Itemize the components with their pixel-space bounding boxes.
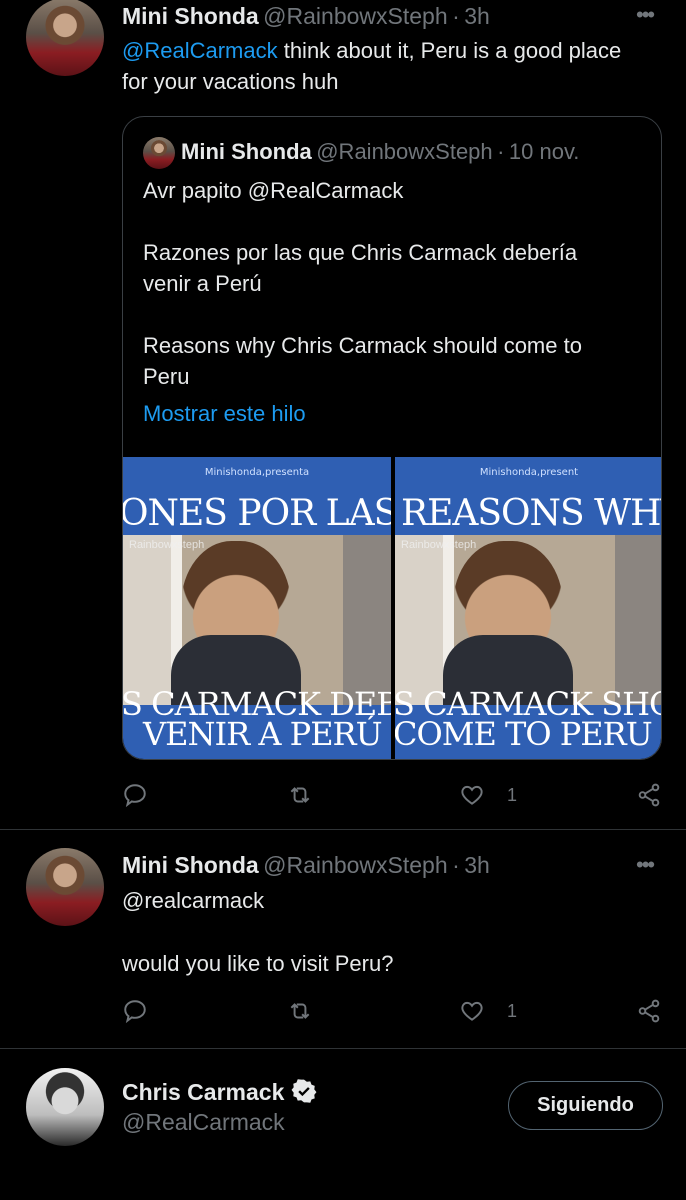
share-icon [638,783,660,807]
tweet-actions: 1 [122,782,667,812]
author-name[interactable]: Mini Shonda [122,3,259,29]
tweet-text: @RealCarmack think about it, Peru is a g… [122,35,662,97]
author-name[interactable]: Mini Shonda [122,852,259,878]
like-button[interactable]: 1 [459,998,517,1024]
reply-icon [124,784,146,808]
mention-link[interactable]: @RealCarmack [122,38,278,63]
image-top-text: ONES POR LAS Q [123,493,391,534]
avatar[interactable] [26,0,104,76]
reply-icon [124,1000,146,1024]
show-thread-link[interactable]: Mostrar este hilo [143,401,306,427]
image-caption: Minishonda,present [479,467,579,478]
retweet-icon [290,787,310,803]
quote-line1: Avr papito @RealCarmack [143,178,404,203]
retweet-icon [290,1003,310,1019]
tweet-text: would you like to visit Peru? [122,951,394,976]
reply-button[interactable] [122,782,170,808]
profile-name-row: Chris Carmack [122,1078,317,1106]
quote-separator-dot: · [497,139,505,164]
heart-icon [461,785,483,805]
photo: Rainbowxsteph [123,535,391,705]
profile-handle[interactable]: @RealCarmack [122,1109,285,1136]
quote-avatar [143,137,175,169]
tweet-text-line2: for your vacations huh [122,69,339,94]
quote-para2-line2: venir a Perú [143,271,262,296]
image-caption: Minishonda,presenta [204,467,310,478]
reply-button[interactable] [122,998,170,1024]
share-button[interactable] [636,782,662,808]
media-image[interactable]: Minishonda,presenta ONES POR LAS Q Rainb… [123,457,391,759]
image-bottom-text: S CARMACK DEB VENIR A PERÚ [123,688,391,753]
separator-dot: · [452,3,460,29]
profile-name[interactable]: Chris Carmack [122,1079,284,1105]
tweet-2[interactable]: Mini Shonda @RainbowxSteph · 3h ••• @rea… [0,830,686,1048]
quote-para3-line1: Reasons why Chris Carmack should come to [143,333,582,358]
image-top-text: REASONS WHY [401,493,662,534]
separator-dot: · [452,852,460,878]
quote-header: Mini Shonda @RainbowxSteph · 10 nov. [181,139,579,165]
timestamp[interactable]: 3h [464,3,490,29]
photo: Rainbowxsteph [395,535,661,705]
quote-author-name: Mini Shonda [181,139,312,164]
quoted-tweet[interactable]: Mini Shonda @RainbowxSteph · 10 nov. Avr… [122,116,662,760]
image-watermark: Rainbowxsteph [129,539,205,551]
quote-text: Avr papito @RealCarmack Razones por las … [143,175,643,392]
quote-para3-line2: Peru [143,364,190,389]
author-handle[interactable]: @RainbowxSteph [263,852,447,878]
profile-card[interactable]: Chris Carmack @RealCarmack Siguiendo [0,1049,686,1200]
quote-media: Minishonda,presenta ONES POR LAS Q Rainb… [123,457,662,759]
mention-link[interactable]: @realcarmack [122,885,264,916]
avatar[interactable] [26,848,104,926]
share-button[interactable] [636,998,662,1024]
tweet-1[interactable]: Mini Shonda @RainbowxSteph · 3h ••• @Rea… [0,0,686,830]
quote-author-handle: @RainbowxSteph [316,139,493,164]
more-icon[interactable]: ••• [636,2,655,28]
following-button[interactable]: Siguiendo [508,1081,663,1130]
quote-para2-line1: Razones por las que Chris Carmack deberí… [143,240,578,265]
image-bottom-line2: VENIR A PERÚ [143,715,383,753]
like-count: 1 [507,784,518,805]
tweet-text-line1: think about it, Peru is a good place [277,38,622,63]
image-bottom-text: S CARMACK SHO COME TO PERU [395,688,661,753]
media-image[interactable]: Minishonda,present REASONS WHY Rainbowxs… [395,457,662,759]
avatar[interactable] [26,1068,104,1146]
image-watermark: Rainbowxsteph [401,539,477,551]
tweet-header: Mini Shonda @RainbowxSteph · 3h [122,3,490,30]
verified-badge-icon [291,1079,317,1103]
like-button[interactable]: 1 [459,782,517,808]
image-bottom-line2: COME TO PERU [395,715,653,753]
like-count: 1 [507,1000,518,1021]
tweet-actions: 1 [122,998,667,1028]
retweet-button[interactable] [287,782,335,808]
more-icon[interactable]: ••• [636,852,655,878]
share-icon [638,999,660,1023]
timestamp[interactable]: 3h [464,852,490,878]
quote-timestamp: 10 nov. [508,139,580,164]
retweet-button[interactable] [287,998,335,1024]
tweet-header: Mini Shonda @RainbowxSteph · 3h [122,852,490,879]
author-handle[interactable]: @RainbowxSteph [263,3,447,29]
heart-icon [461,1001,483,1021]
